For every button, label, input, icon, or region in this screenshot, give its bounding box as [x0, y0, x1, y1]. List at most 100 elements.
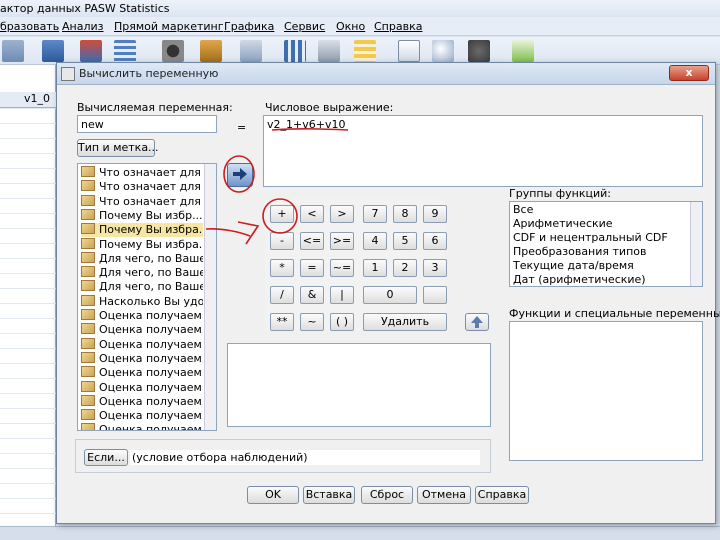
find-icon[interactable] [162, 40, 184, 62]
type-and-label-button[interactable]: Тип и метка... [77, 139, 159, 157]
variable-list-item[interactable]: Оценка получаем... [81, 309, 203, 323]
variables-icon[interactable] [114, 40, 136, 62]
variable-list-item[interactable]: Что означает для ... [81, 180, 203, 194]
variable-list-item[interactable]: Оценка получаем... [81, 409, 203, 423]
keypad-key[interactable]: * [270, 259, 294, 277]
variable-list-item[interactable]: Оценка получаем... [81, 380, 203, 395]
keypad-key[interactable]: < [300, 205, 324, 223]
menu-transform[interactable]: бразовать [0, 20, 59, 33]
keypad-key[interactable]: ~ [300, 313, 324, 331]
function-group-item[interactable]: Текущие дата/время [513, 259, 634, 273]
functions-list[interactable] [509, 321, 703, 461]
keypad-key[interactable]: <= [300, 232, 324, 250]
show-all-icon[interactable] [468, 40, 490, 62]
variable-list-scrollbar[interactable] [204, 164, 216, 430]
keypad-key[interactable]: / [270, 286, 294, 304]
grid-column-header[interactable]: v1_0 [0, 92, 56, 108]
menu-direct-marketing[interactable]: Прямой маркетинг [114, 20, 224, 33]
close-button[interactable]: x [669, 65, 709, 81]
function-group-list[interactable]: Все Арифметические CDF и нецентральный CDF… [509, 201, 703, 287]
split-file-icon[interactable] [284, 40, 306, 62]
variable-label: Оценка получаем... [99, 423, 203, 431]
variable-list-item[interactable]: Почему Вы избра... [81, 223, 203, 238]
target-variable-input[interactable]: new [77, 115, 217, 133]
if-button[interactable]: Если... [84, 449, 128, 466]
keypad-key[interactable]: = [300, 259, 324, 277]
keypad-key[interactable]: 3 [423, 259, 447, 277]
expression-input[interactable]: v2_1+v6+v10 [263, 115, 703, 187]
variable-list-item[interactable]: Для чего, по Ваше... [81, 266, 203, 280]
keypad-key[interactable]: 2 [393, 259, 417, 277]
variable-list-item[interactable]: Что означает для ... [81, 166, 203, 180]
weight-cases-icon[interactable] [318, 40, 340, 62]
keypad-key[interactable]: Удалить [363, 313, 447, 331]
variable-list-item[interactable]: Оценка получаем... [81, 366, 203, 380]
grid-row-line [0, 348, 56, 349]
goto-variable-icon[interactable] [80, 40, 102, 62]
variable-list-item[interactable]: Для чего, по Ваше... [81, 251, 203, 266]
keypad-key[interactable]: > [330, 205, 354, 223]
menu-analyze[interactable]: Анализ [62, 20, 104, 33]
keypad-key[interactable]: >= [330, 232, 354, 250]
keypad-key[interactable] [423, 286, 447, 304]
keypad-key[interactable]: 9 [423, 205, 447, 223]
keypad-key[interactable]: & [300, 286, 324, 304]
move-variable-button[interactable] [227, 163, 253, 187]
paste-button[interactable]: Вставка [303, 486, 355, 504]
reset-button[interactable]: Сброс [361, 486, 413, 504]
variable-list-item[interactable]: Оценка получаем... [81, 423, 203, 431]
ok-button[interactable]: OK [247, 486, 299, 504]
keypad-key[interactable]: | [330, 286, 354, 304]
function-group-item[interactable]: Арифметические [513, 217, 613, 231]
variable-list-item[interactable]: Почему Вы избр... [81, 208, 203, 223]
menu-window[interactable]: Окно [336, 20, 365, 33]
variable-list-item[interactable]: Для чего, по Ваше... [81, 280, 203, 294]
variable-label: Оценка получаем... [99, 323, 203, 337]
select-cases-icon[interactable] [354, 40, 376, 62]
keypad-key[interactable]: 4 [363, 232, 387, 250]
function-group-item[interactable]: CDF и нецентральный CDF [513, 231, 668, 245]
menu-graphs[interactable]: Графика [224, 20, 274, 33]
keypad-key[interactable]: 5 [393, 232, 417, 250]
arrow-right-icon [233, 168, 247, 180]
keypad-key[interactable]: 7 [363, 205, 387, 223]
grid-row-line [0, 303, 56, 304]
variable-list[interactable]: Что означает для ...Что означает для ...… [77, 163, 217, 431]
variable-list-item[interactable]: Почему Вы избра... [81, 237, 203, 252]
function-group-item[interactable]: Дат (арифметические) [513, 273, 646, 286]
function-group-item[interactable]: Преобразования типов [513, 245, 646, 259]
insert-cases-icon[interactable] [200, 40, 222, 62]
keypad-key[interactable]: - [270, 232, 294, 250]
keypad-key[interactable]: ( ) [330, 313, 354, 331]
variable-list-item[interactable]: Насколько Вы удо... [81, 294, 203, 309]
value-labels-icon[interactable] [398, 40, 420, 62]
help-button[interactable]: Справка [475, 486, 529, 504]
cancel-button[interactable]: Отмена [417, 486, 471, 504]
variable-list-item[interactable]: Оценка получаем... [81, 394, 203, 409]
keypad-key[interactable]: 8 [393, 205, 417, 223]
spelling-icon[interactable] [512, 40, 534, 62]
insert-variable-icon[interactable] [240, 40, 262, 62]
undo-icon[interactable] [2, 40, 24, 62]
function-group-item[interactable]: Все [513, 203, 533, 217]
grid-row-line [0, 498, 56, 499]
keypad-key[interactable]: ** [270, 313, 294, 331]
scale-variable-icon [81, 251, 95, 263]
grid-row-line [0, 393, 56, 394]
use-sets-icon[interactable] [432, 40, 454, 62]
move-function-button[interactable] [465, 313, 489, 331]
dialog-titlebar[interactable]: Вычислить переменную x [57, 63, 715, 85]
variable-list-item[interactable]: Оценка получаем... [81, 323, 203, 337]
variable-list-item[interactable]: Оценка получаем... [81, 351, 203, 366]
keypad-key[interactable]: 0 [363, 286, 417, 304]
keypad-key[interactable]: 1 [363, 259, 387, 277]
keypad-key[interactable]: 6 [423, 232, 447, 250]
function-group-scrollbar[interactable] [690, 202, 702, 286]
goto-case-icon[interactable] [42, 40, 64, 62]
variable-list-item[interactable]: Оценка получаем... [81, 337, 203, 352]
keypad-key[interactable]: + [270, 205, 294, 223]
menu-utilities[interactable]: Сервис [284, 20, 325, 33]
menu-help[interactable]: Справка [374, 20, 422, 33]
variable-list-item[interactable]: Что означает для [81, 194, 203, 209]
keypad-key[interactable]: ~= [330, 259, 354, 277]
